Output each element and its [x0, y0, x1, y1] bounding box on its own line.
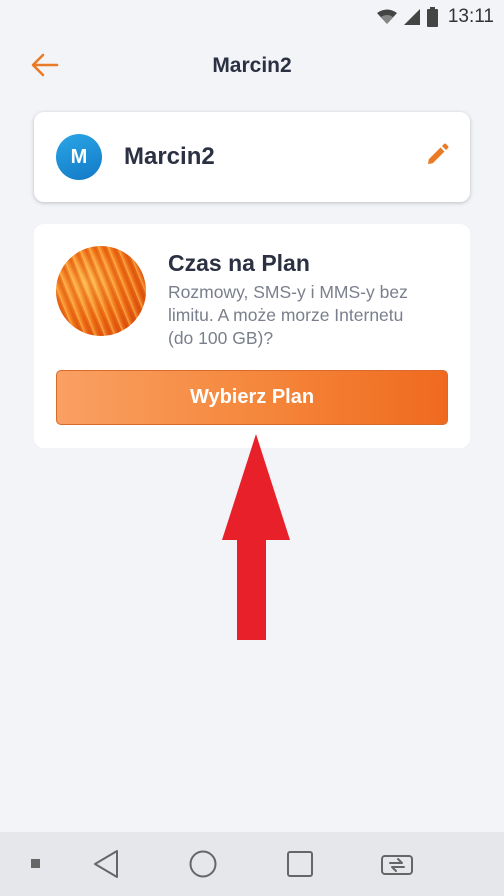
profile-name: Marcin2: [124, 143, 215, 170]
avatar: M: [56, 134, 102, 180]
profile-card[interactable]: M Marcin2: [34, 112, 470, 202]
status-bar: 13:11: [0, 0, 504, 34]
back-button[interactable]: [28, 50, 62, 84]
arrow-left-icon: [31, 53, 59, 82]
square-dot-icon[interactable]: [31, 859, 40, 868]
home-circle-icon[interactable]: [188, 849, 218, 884]
app-bar: Marcin2: [0, 34, 504, 98]
system-nav-bar: [0, 832, 504, 896]
recents-square-icon[interactable]: [286, 850, 314, 883]
red-arrow-icon: [222, 434, 290, 647]
status-time: 13:11: [447, 6, 494, 27]
wifi-icon: [376, 9, 397, 25]
back-triangle-icon[interactable]: [92, 849, 120, 884]
choose-plan-button[interactable]: Wybierz Plan: [56, 370, 448, 425]
signal-icon: [403, 8, 421, 26]
pencil-icon: [425, 143, 449, 172]
page-title: Marcin2: [212, 54, 292, 77]
plan-description: Rozmowy, SMS-y i MMS-y bez limitu. A moż…: [168, 282, 408, 348]
edit-button[interactable]: [424, 143, 450, 172]
plan-title: Czas na Plan: [168, 250, 310, 276]
plan-image: [56, 246, 146, 336]
plan-promo-card: Czas na Plan Rozmowy, SMS-y i MMS-y bez …: [34, 224, 470, 448]
switch-sim-icon[interactable]: [380, 850, 414, 883]
battery-icon: [426, 7, 438, 27]
